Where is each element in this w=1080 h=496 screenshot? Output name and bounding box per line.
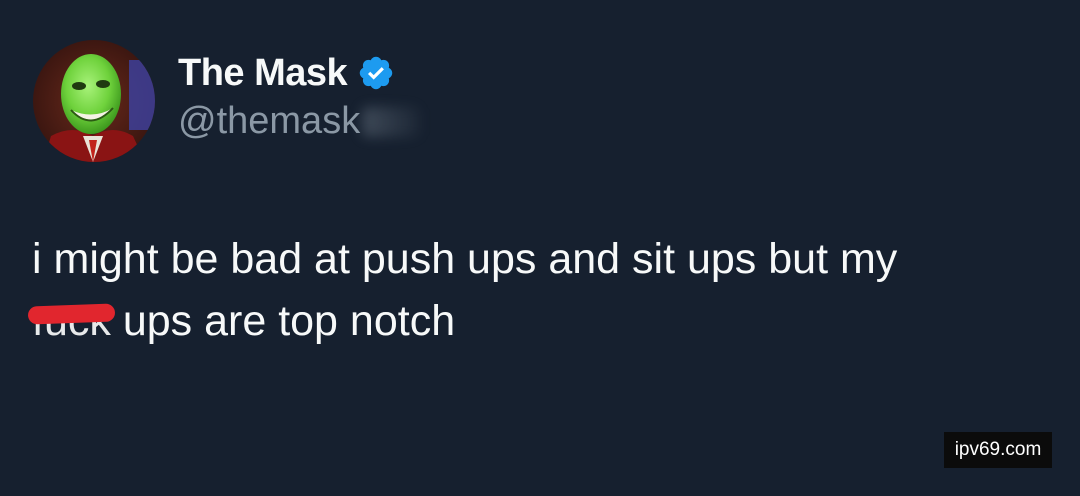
avatar-image — [33, 40, 155, 162]
display-name[interactable]: The Mask — [178, 52, 348, 95]
user-handle[interactable]: @themask — [178, 100, 421, 143]
avatar[interactable] — [33, 40, 155, 162]
user-handle-text: @themask — [178, 100, 361, 142]
watermark: ipv69.com — [944, 432, 1052, 468]
censor-strike-mark — [27, 303, 116, 325]
display-name-row: The Mask — [178, 50, 395, 96]
tweet-text: i might be bad at push ups and sit ups b… — [27, 228, 1042, 352]
censored-word: fuck — [27, 290, 116, 352]
handle-blur-redaction — [362, 107, 421, 137]
verified-badge-icon — [357, 54, 395, 92]
tweet-line-2-rest: ups are top notch — [110, 297, 456, 345]
tweet-line-2: fuck ups are top notch — [27, 290, 1042, 352]
tweet-line-1: i might be bad at push ups and sit ups b… — [32, 235, 898, 283]
tweet-card: The Mask @themask i might be bad at push… — [0, 0, 1080, 496]
